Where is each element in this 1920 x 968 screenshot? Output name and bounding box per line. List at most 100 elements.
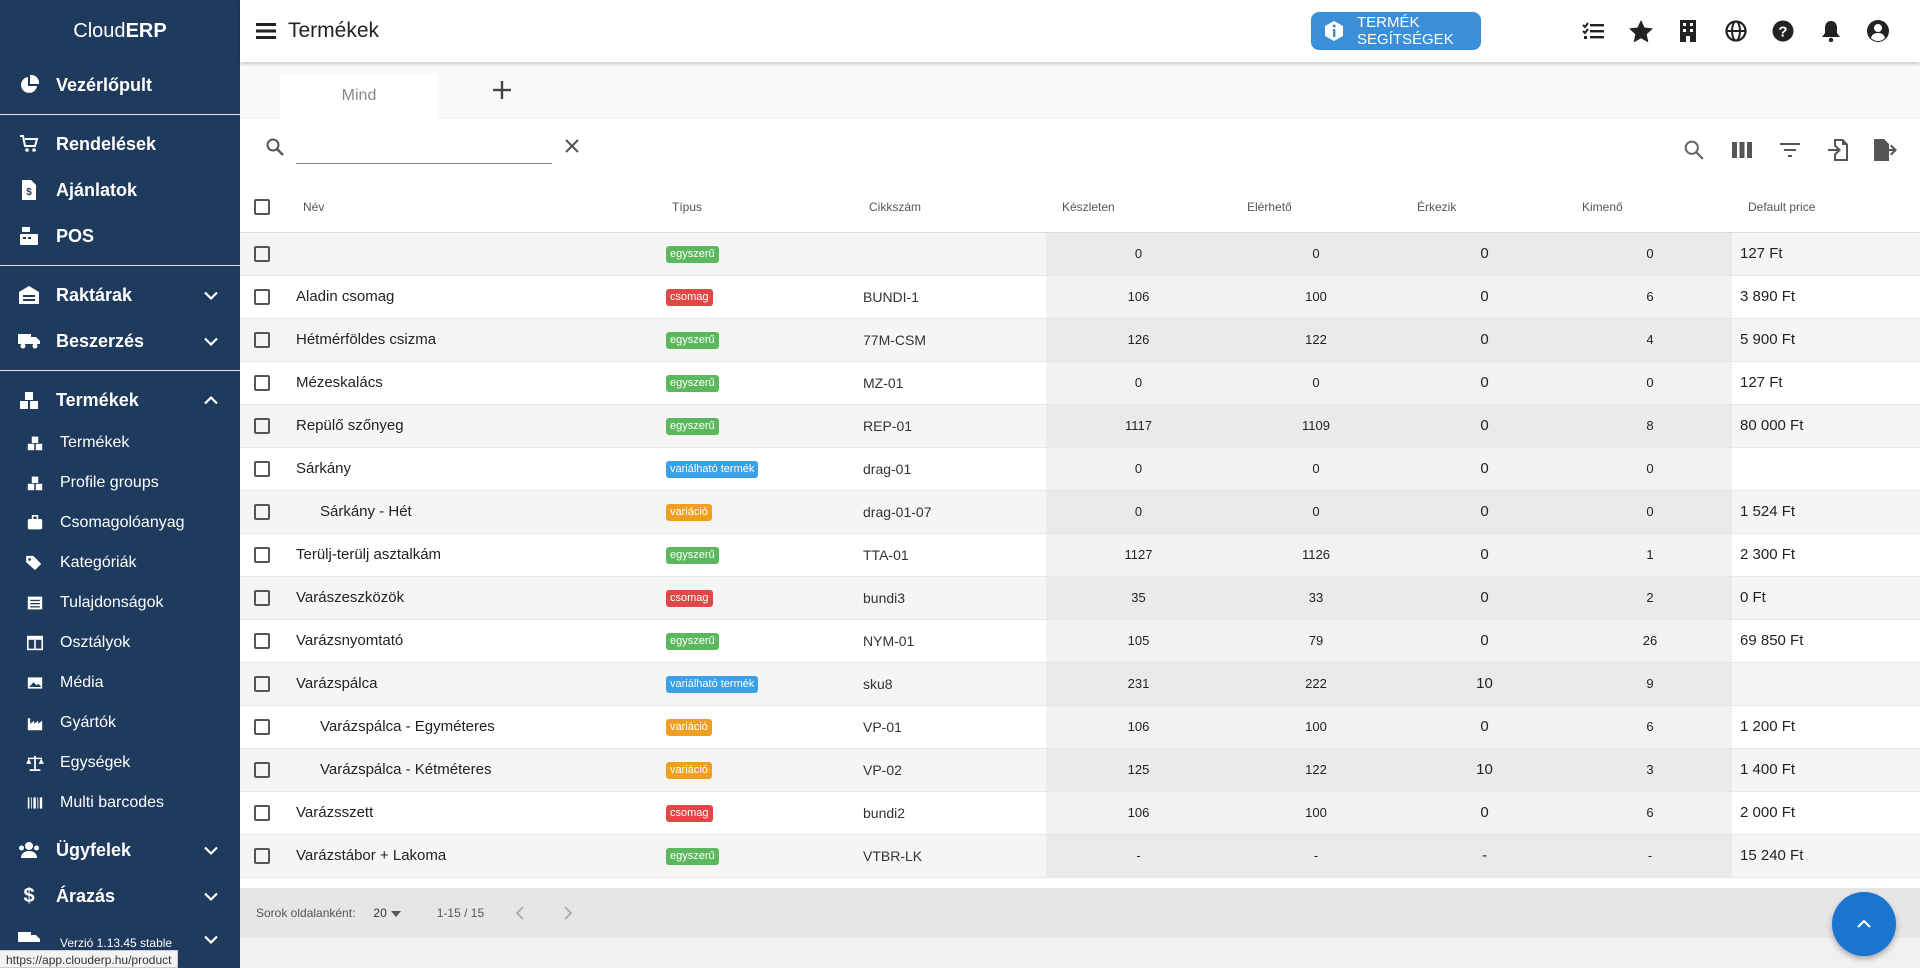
barcode-icon bbox=[26, 794, 44, 812]
globe-icon[interactable] bbox=[1712, 15, 1760, 47]
row-checkbox[interactable] bbox=[254, 719, 270, 736]
import-icon[interactable] bbox=[1814, 134, 1862, 166]
row-checkbox[interactable] bbox=[254, 504, 270, 521]
col-header-type[interactable]: Típus bbox=[666, 182, 863, 233]
cell-name: Repülő szőnyeg bbox=[280, 404, 666, 448]
search-input[interactable] bbox=[296, 136, 552, 164]
add-tab-icon[interactable] bbox=[490, 78, 514, 102]
product-help-button[interactable]: TERMÉK SEGÍTSÉGEK bbox=[1311, 12, 1481, 50]
row-checkbox[interactable] bbox=[254, 676, 270, 693]
row-checkbox[interactable] bbox=[254, 633, 270, 650]
row-checkbox[interactable] bbox=[254, 375, 270, 392]
sub-item-properties[interactable]: Tulajdonságok bbox=[0, 583, 240, 623]
type-badge: variáció bbox=[666, 762, 712, 779]
col-header-default-price[interactable]: Default price bbox=[1732, 182, 1920, 233]
nav-pricing[interactable]: $ Árazás bbox=[0, 873, 240, 919]
sub-item-manufacturers[interactable]: Gyártók bbox=[0, 703, 240, 743]
chevron-right-icon[interactable] bbox=[556, 906, 580, 920]
cell-stock: 106 bbox=[1046, 791, 1231, 835]
col-header-outgoing[interactable]: Kimenő bbox=[1568, 182, 1732, 233]
nav-pos[interactable]: POS bbox=[0, 213, 240, 259]
table-row[interactable]: Varázspálca variálható termék sku8 231 222 10… bbox=[240, 662, 1920, 706]
cell-available: 222 bbox=[1231, 662, 1401, 706]
columns-icon[interactable] bbox=[1718, 134, 1766, 166]
cell-name: Aladin csomag bbox=[280, 275, 666, 319]
search-icon[interactable] bbox=[1670, 134, 1718, 166]
sub-item-profile-groups[interactable]: Profile groups bbox=[0, 463, 240, 503]
table-row[interactable]: Varázspálca - Egyméteres variáció VP-01 106… bbox=[240, 705, 1920, 749]
nav-orders[interactable]: Rendelések bbox=[0, 121, 240, 167]
cell-name: Varázstábor + Lakoma bbox=[280, 834, 666, 878]
nav-customers[interactable]: Ügyfelek bbox=[0, 827, 240, 873]
type-badge: egyszerű bbox=[666, 246, 719, 263]
cell-sku: drag-01-07 bbox=[863, 490, 1046, 534]
col-header-stock[interactable]: Készleten bbox=[1046, 182, 1231, 233]
row-checkbox[interactable] bbox=[254, 805, 270, 822]
type-badge: egyszerű bbox=[666, 633, 719, 650]
table-row[interactable]: Mézeskalács egyszerű MZ-01 0 0 0 0 127 Ft bbox=[240, 361, 1920, 405]
menu-icon[interactable] bbox=[254, 19, 278, 43]
sub-item-units[interactable]: Egységek bbox=[0, 743, 240, 783]
cell-name: Varázspálca - Kétméteres bbox=[280, 748, 666, 792]
nav-warehouses[interactable]: Raktárak bbox=[0, 272, 240, 318]
user-account-icon[interactable] bbox=[1855, 15, 1903, 47]
products-card: Mind Név Típus Cikkszám Készleten Elérhe… bbox=[240, 62, 1920, 938]
table-row[interactable]: Hétmérföldes csizma egyszerű 77M-CSM 126 122… bbox=[240, 318, 1920, 362]
brand-logo[interactable]: Cloud ERP bbox=[0, 0, 240, 62]
bell-icon[interactable] bbox=[1807, 15, 1855, 47]
table-row[interactable]: Varázsszett csomag bundi2 106 100 0 6 2 000 Ft bbox=[240, 791, 1920, 835]
col-header-sku[interactable]: Cikkszám bbox=[863, 182, 1046, 233]
row-checkbox[interactable] bbox=[254, 590, 270, 607]
cell-incoming: 10 bbox=[1401, 662, 1568, 706]
row-checkbox[interactable] bbox=[254, 762, 270, 779]
tasks-icon[interactable] bbox=[1570, 15, 1618, 47]
sub-item-categories[interactable]: Kategóriák bbox=[0, 543, 240, 583]
brand-suffix: ERP bbox=[125, 19, 167, 42]
table-row[interactable]: egyszerű 0 0 0 0 127 Ft bbox=[240, 232, 1920, 276]
row-checkbox[interactable] bbox=[254, 246, 270, 263]
col-header-name[interactable]: Név bbox=[280, 182, 666, 233]
col-header-incoming[interactable]: Érkezik bbox=[1401, 182, 1568, 233]
table-row[interactable]: Aladin csomag csomag BUNDI-1 106 100 0 6 3 890 … bbox=[240, 275, 1920, 319]
table-row[interactable]: Repülő szőnyeg egyszerű REP-01 1117 1109 0 8 80… bbox=[240, 404, 1920, 448]
rows-per-page-select[interactable]: 20 bbox=[373, 906, 401, 920]
table-row[interactable]: Varázspálca - Kétméteres variáció VP-02 125… bbox=[240, 748, 1920, 792]
table-row[interactable]: Varászeszközök csomag bundi3 35 33 0 2 0 Ft bbox=[240, 576, 1920, 620]
star-icon[interactable] bbox=[1617, 15, 1665, 47]
nav-offers[interactable]: $ Ajánlatok bbox=[0, 167, 240, 213]
sub-item-multi-barcodes[interactable]: Multi barcodes bbox=[0, 783, 240, 823]
top-bar: Termékek TERMÉK SEGÍTSÉGEK ? bbox=[240, 0, 1920, 62]
building-icon[interactable] bbox=[1665, 15, 1713, 47]
row-checkbox[interactable] bbox=[254, 289, 270, 306]
nav-products[interactable]: Termékek bbox=[0, 377, 240, 423]
filter-icon[interactable] bbox=[1766, 134, 1814, 166]
export-icon[interactable] bbox=[1862, 134, 1910, 166]
row-checkbox[interactable] bbox=[254, 547, 270, 564]
row-checkbox[interactable] bbox=[254, 418, 270, 435]
sub-item-label: Multi barcodes bbox=[60, 794, 165, 811]
select-all-checkbox[interactable] bbox=[254, 198, 270, 215]
table-row[interactable]: Varázsnyomtató egyszerű NYM-01 105 79 0 26 69 8… bbox=[240, 619, 1920, 663]
close-icon[interactable] bbox=[564, 138, 580, 159]
sub-item-classes[interactable]: Osztályok bbox=[0, 623, 240, 663]
chevron-left-icon[interactable] bbox=[508, 906, 532, 920]
tab-all[interactable]: Mind bbox=[280, 74, 438, 118]
table-row[interactable]: Varázstábor + Lakoma egyszerű VTBR-LK - - - -1… bbox=[240, 834, 1920, 878]
scroll-top-button[interactable] bbox=[1832, 892, 1896, 956]
cell-available: 100 bbox=[1231, 275, 1401, 319]
nav-purchasing[interactable]: Beszerzés bbox=[0, 318, 240, 364]
help-icon[interactable]: ? bbox=[1760, 15, 1808, 47]
cell-sku: MZ-01 bbox=[863, 361, 1046, 405]
col-header-available[interactable]: Elérhető bbox=[1231, 182, 1401, 233]
table-row[interactable]: Sárkány variálható termék drag-01 0 0 0 0 bbox=[240, 447, 1920, 491]
sub-item-packaging[interactable]: Csomagolóanyag bbox=[0, 503, 240, 543]
cell-default-price bbox=[1732, 447, 1920, 491]
row-checkbox[interactable] bbox=[254, 461, 270, 478]
sub-item-products[interactable]: Termékek bbox=[0, 423, 240, 463]
row-checkbox[interactable] bbox=[254, 848, 270, 865]
sub-item-media[interactable]: Média bbox=[0, 663, 240, 703]
nav-dashboard[interactable]: Vezérlőpult bbox=[0, 62, 240, 108]
table-row[interactable]: Terülj-terülj asztalkám egyszerű TTA-01 112… bbox=[240, 533, 1920, 577]
row-checkbox[interactable] bbox=[254, 332, 270, 349]
table-row[interactable]: Sárkány - Hét variáció drag-01-07 0 0 0 0 1 524… bbox=[240, 490, 1920, 534]
